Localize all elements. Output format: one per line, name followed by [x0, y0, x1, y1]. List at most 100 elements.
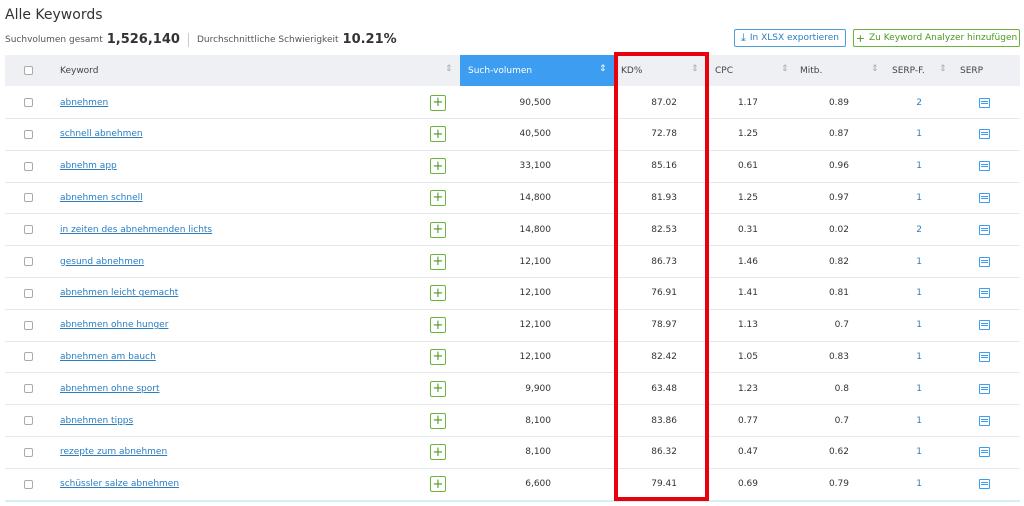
serp-snapshot-icon: [979, 192, 990, 203]
kd-value: 81.93: [651, 192, 677, 203]
serp-snapshot-button[interactable]: [979, 278, 990, 309]
export-xlsx-button[interactable]: ⤓ In XLSX exportieren: [734, 29, 846, 47]
column-header-competition[interactable]: Mitb. ⇕: [800, 55, 885, 86]
serp-snapshot-button[interactable]: [979, 246, 990, 277]
serp-features-link[interactable]: 1: [916, 384, 922, 394]
keyword-link[interactable]: schnell abnehmen: [60, 129, 143, 139]
keyword-link[interactable]: abnehmen: [60, 98, 108, 108]
add-keyword-button[interactable]: +: [430, 373, 446, 404]
keyword-link[interactable]: abnehmen tipps: [60, 416, 133, 426]
plus-icon: +: [430, 412, 446, 429]
add-keyword-button[interactable]: +: [430, 87, 446, 118]
sort-icon[interactable]: ⇕: [939, 64, 947, 74]
row-checkbox[interactable]: [24, 119, 33, 150]
sort-icon[interactable]: ⇕: [871, 64, 879, 74]
row-checkbox[interactable]: [24, 151, 33, 182]
keyword-link[interactable]: abnehmen leicht gemacht: [60, 288, 178, 298]
row-checkbox[interactable]: [24, 214, 33, 245]
add-keyword-button[interactable]: +: [430, 437, 446, 468]
add-keyword-button[interactable]: +: [430, 469, 446, 500]
add-keyword-button[interactable]: +: [430, 341, 446, 372]
keyword-link[interactable]: abnehmen am bauch: [60, 352, 156, 362]
competition-value: 0.96: [828, 161, 849, 172]
serp-features-link[interactable]: 1: [916, 416, 922, 426]
competition-value: 0.02: [828, 224, 849, 235]
kd-value: 83.86: [651, 415, 677, 426]
serp-features-link[interactable]: 2: [916, 98, 922, 108]
serp-features-link[interactable]: 1: [916, 193, 922, 203]
add-keyword-button[interactable]: +: [430, 310, 446, 341]
competition-value: 0.7: [834, 415, 849, 426]
add-keyword-button[interactable]: +: [430, 182, 446, 213]
serp-snapshot-button[interactable]: [979, 119, 990, 150]
serp-snapshot-button[interactable]: [979, 310, 990, 341]
column-header-serp-label: SERP: [960, 65, 984, 76]
keyword-link[interactable]: abnehmen ohne hunger: [60, 320, 168, 330]
serp-features-link[interactable]: 1: [916, 129, 922, 139]
keyword-link[interactable]: abnehmen schnell: [60, 193, 143, 203]
sort-icon[interactable]: ⇕: [781, 64, 789, 74]
keyword-link[interactable]: gesund abnehmen: [60, 257, 144, 267]
row-checkbox[interactable]: [24, 373, 33, 404]
sort-icon[interactable]: ⇕: [445, 64, 453, 74]
table-row: abnehmen ohne hunger +12,100 78.97 1.13 0.7 1: [5, 310, 1020, 342]
add-keyword-button[interactable]: +: [430, 246, 446, 277]
table-row: gesund abnehmen +12,100 86.73 1.46 0.82 1: [5, 246, 1020, 278]
serp-snapshot-button[interactable]: [979, 214, 990, 245]
add-keyword-button[interactable]: +: [430, 119, 446, 150]
serp-features-link[interactable]: 1: [916, 161, 922, 171]
cpc-value: 1.05: [737, 351, 758, 362]
serp-snapshot-button[interactable]: [979, 87, 990, 118]
column-header-keyword[interactable]: Keyword ⇕: [60, 55, 456, 86]
serp-features-link[interactable]: 1: [916, 288, 922, 298]
column-header-serp-features[interactable]: SERP-F. ⇕: [892, 55, 952, 86]
add-keyword-button[interactable]: +: [430, 151, 446, 182]
serp-snapshot-button[interactable]: [979, 341, 990, 372]
add-keyword-button[interactable]: +: [430, 405, 446, 436]
keyword-link[interactable]: rezepte zum abnehmen: [60, 447, 167, 457]
competition-value: 0.82: [828, 256, 849, 267]
column-header-cpc[interactable]: CPC ⇕: [715, 55, 797, 86]
serp-snapshot-button[interactable]: [979, 182, 990, 213]
column-header-kd[interactable]: KD% ⇕: [621, 55, 711, 86]
row-checkbox[interactable]: [24, 182, 33, 213]
serp-snapshot-button[interactable]: [979, 437, 990, 468]
add-to-keyword-analyzer-button[interactable]: + Zu Keyword Analyzer hinzufügen: [853, 29, 1020, 47]
kd-value: 72.78: [651, 129, 677, 140]
serp-features-link[interactable]: 1: [916, 479, 922, 489]
serp-snapshot-button[interactable]: [979, 373, 990, 404]
serp-snapshot-button[interactable]: [979, 469, 990, 500]
plus-icon: +: [430, 380, 446, 397]
row-checkbox[interactable]: [24, 278, 33, 309]
serp-features-link[interactable]: 1: [916, 257, 922, 267]
sort-icon[interactable]: ⇕: [599, 64, 607, 74]
table-header: Keyword ⇕ Such-volumen ⇕ KD% ⇕ CPC ⇕ Mit…: [5, 55, 1020, 86]
row-checkbox[interactable]: [24, 310, 33, 341]
cpc-value: 1.13: [737, 320, 758, 331]
keyword-link[interactable]: schüssler salze abnehmen: [60, 479, 179, 489]
serp-features-link[interactable]: 1: [916, 352, 922, 362]
serp-features-link[interactable]: 1: [916, 447, 922, 457]
keyword-link[interactable]: abnehmen ohne sport: [60, 384, 160, 394]
keyword-link[interactable]: in zeiten des abnehmenden lichts: [60, 225, 212, 235]
select-all-checkbox[interactable]: [24, 55, 33, 86]
row-checkbox[interactable]: [24, 87, 33, 118]
download-icon: ⤓: [741, 31, 746, 44]
row-checkbox[interactable]: [24, 405, 33, 436]
column-header-volume[interactable]: Such-volumen ⇕: [460, 55, 615, 86]
competition-value: 0.8: [834, 383, 849, 394]
volume-value: 8,100: [525, 447, 551, 458]
serp-features-link[interactable]: 2: [916, 225, 922, 235]
serp-snapshot-button[interactable]: [979, 405, 990, 436]
row-checkbox[interactable]: [24, 341, 33, 372]
add-keyword-button[interactable]: +: [430, 214, 446, 245]
keyword-link[interactable]: abnehm app: [60, 161, 117, 171]
row-checkbox[interactable]: [24, 246, 33, 277]
serp-features-link[interactable]: 1: [916, 320, 922, 330]
serp-snapshot-button[interactable]: [979, 151, 990, 182]
add-keyword-button[interactable]: +: [430, 278, 446, 309]
row-checkbox[interactable]: [24, 469, 33, 500]
volume-value: 12,100: [519, 288, 552, 299]
row-checkbox[interactable]: [24, 437, 33, 468]
sort-icon[interactable]: ⇕: [691, 64, 699, 74]
